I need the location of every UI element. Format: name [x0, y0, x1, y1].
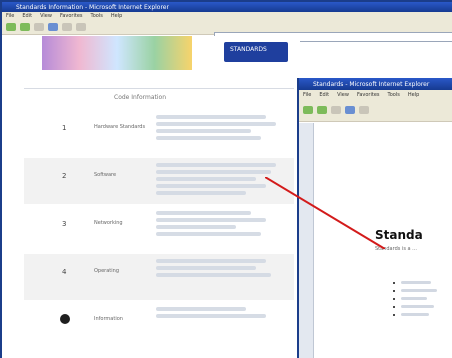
front-subtext: Standards is a ...	[375, 246, 417, 252]
list-item	[393, 305, 448, 308]
search-button[interactable]	[62, 23, 72, 31]
list-item	[393, 281, 448, 284]
row-label: Hardware Standards	[94, 124, 146, 130]
forward-button[interactable]	[317, 106, 327, 114]
detail-line	[156, 211, 251, 215]
back-button[interactable]	[303, 106, 313, 114]
front-heading: Standa	[375, 228, 423, 242]
home-button[interactable]	[48, 23, 58, 31]
back-titlebar[interactable]: Standards Information - Microsoft Intern…	[2, 2, 452, 12]
table-row[interactable]: 2 Software	[24, 158, 294, 204]
menu-edit[interactable]: Edit	[22, 13, 32, 19]
front-toolbar	[299, 99, 452, 122]
row-label: Software	[94, 172, 117, 178]
front-browser-window: Standards - Microsoft Internet Explorer …	[297, 78, 452, 358]
detail-line	[156, 266, 256, 270]
bullet-dot	[393, 297, 395, 300]
detail-line	[156, 314, 266, 318]
bullet-text	[401, 289, 437, 292]
menu-tools[interactable]: Tools	[388, 92, 400, 98]
stop-button[interactable]	[34, 23, 44, 31]
globe-icon	[60, 314, 70, 324]
list-item	[393, 313, 448, 316]
banner-art	[42, 36, 192, 70]
list-item	[393, 289, 448, 292]
row-number: 2	[62, 172, 67, 180]
back-menubar: File Edit View Favorites Tools Help	[2, 12, 452, 20]
list-item	[393, 297, 448, 300]
bullet-dot	[393, 281, 395, 284]
menu-file[interactable]: File	[303, 92, 311, 98]
menu-help[interactable]: Help	[111, 13, 122, 19]
bullet-text	[401, 313, 429, 316]
bullet-dot	[393, 289, 395, 292]
content-divider	[24, 88, 294, 89]
front-menubar: File Edit View Favorites Tools Help	[299, 90, 452, 99]
logo-text: STANDARDS	[230, 46, 267, 53]
row-label: Networking	[94, 220, 123, 226]
back-button[interactable]	[6, 23, 16, 31]
home-button[interactable]	[345, 106, 355, 114]
detail-line	[156, 122, 276, 126]
row-details	[156, 256, 286, 296]
table-row[interactable]: 1 Hardware Standards	[24, 110, 294, 156]
row-details	[156, 112, 286, 152]
menu-view[interactable]: View	[337, 92, 349, 98]
search-button[interactable]	[359, 106, 369, 114]
row-number: 4	[62, 268, 67, 276]
detail-line	[156, 218, 266, 222]
menu-favorites[interactable]: Favorites	[60, 13, 83, 19]
menu-edit[interactable]: Edit	[319, 92, 329, 98]
stop-button[interactable]	[331, 106, 341, 114]
row-number: 1	[62, 124, 67, 132]
side-panel	[299, 123, 314, 358]
menu-view[interactable]: View	[40, 13, 52, 19]
bullet-text	[401, 305, 434, 308]
detail-line	[156, 129, 251, 133]
front-window-title: Standards - Microsoft Internet Explorer	[313, 80, 430, 88]
front-titlebar[interactable]: Standards - Microsoft Internet Explorer	[299, 78, 452, 90]
detail-line	[156, 163, 276, 167]
row-details	[156, 304, 286, 344]
table-row[interactable]: Information	[24, 302, 294, 348]
bullet-text	[401, 297, 427, 300]
detail-line	[156, 225, 236, 229]
favorites-button[interactable]	[76, 23, 86, 31]
detail-line	[156, 136, 261, 140]
bullet-dot	[393, 305, 395, 308]
bullet-dot	[393, 313, 395, 316]
detail-line	[156, 307, 246, 311]
menu-help[interactable]: Help	[408, 92, 419, 98]
menu-favorites[interactable]: Favorites	[357, 92, 380, 98]
detail-line	[156, 115, 266, 119]
bullet-text	[401, 281, 431, 284]
detail-line	[156, 170, 271, 174]
detail-line	[156, 273, 271, 277]
menu-file[interactable]: File	[6, 13, 14, 19]
row-label: Operating	[94, 268, 119, 274]
banner: STANDARDS	[42, 36, 292, 70]
row-number: 3	[62, 220, 67, 228]
detail-line	[156, 191, 246, 195]
menu-tools[interactable]: Tools	[91, 13, 103, 19]
detail-line	[156, 232, 261, 236]
row-details	[156, 208, 286, 248]
bullet-list	[393, 276, 448, 321]
row-label: Information	[94, 316, 123, 322]
detail-line	[156, 259, 266, 263]
site-logo: STANDARDS	[224, 42, 288, 62]
row-details	[156, 160, 286, 200]
page-title: Code Information	[114, 94, 166, 101]
detail-line	[156, 177, 256, 181]
back-window-title: Standards Information - Microsoft Intern…	[16, 3, 169, 11]
detail-line	[156, 184, 266, 188]
table-row[interactable]: 3 Networking	[24, 206, 294, 252]
table-row[interactable]: 4 Operating	[24, 254, 294, 300]
back-page-content: STANDARDS Code Information 1 Hardware St…	[4, 36, 300, 358]
forward-button[interactable]	[20, 23, 30, 31]
